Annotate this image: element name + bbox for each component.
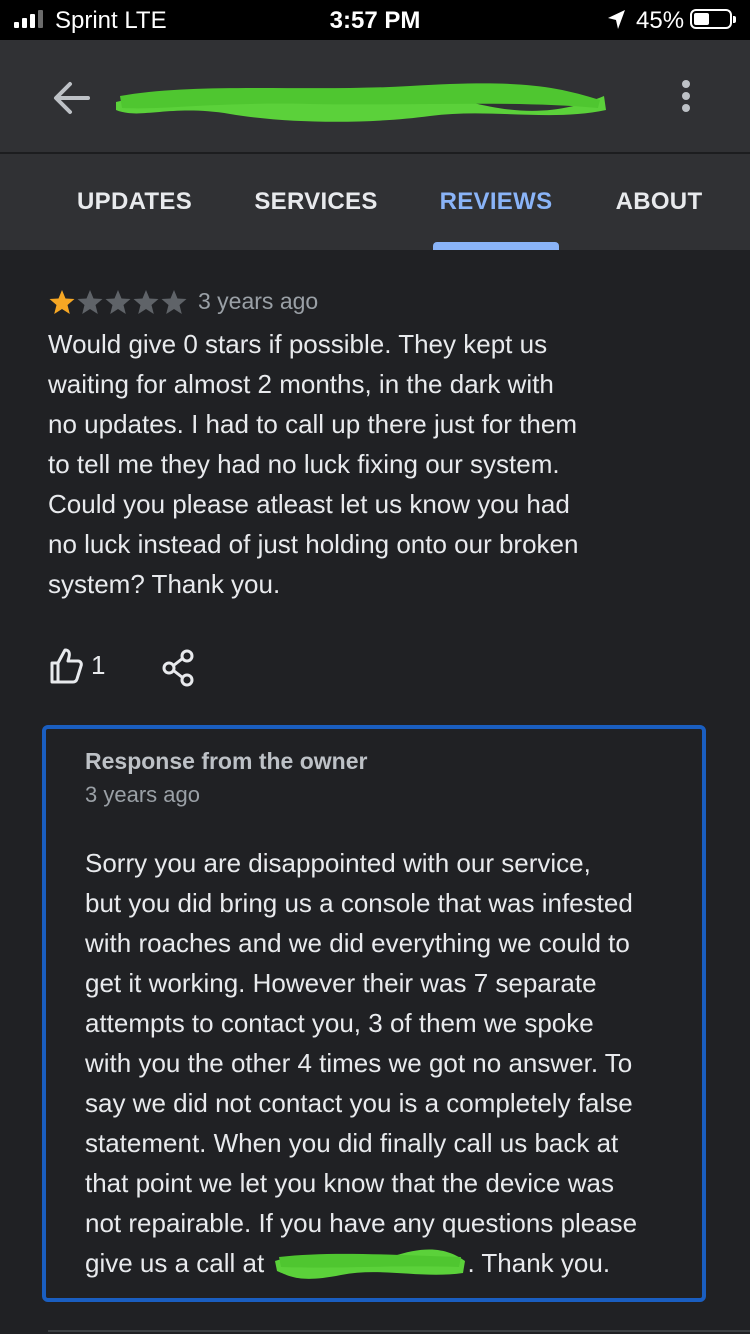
tab-reviews[interactable]: REVIEWS: [426, 154, 566, 250]
response-text-line: give us a call at . Thank you.: [85, 1243, 705, 1283]
star-empty-icon: [133, 290, 159, 314]
app-bar: [0, 40, 750, 152]
more-vert-icon[interactable]: [666, 76, 706, 120]
review-text-line: Would give 0 stars if possible. They kep…: [48, 329, 548, 359]
tab-services[interactable]: SERVICES: [240, 154, 392, 250]
status-bar: Sprint LTE 3:57 PM 45%: [0, 0, 750, 40]
response-text-line: but you did bring us a console that was …: [85, 888, 633, 918]
review-text-line: Could you please atleast let us know you…: [48, 489, 570, 519]
review-text-line: no updates. I had to call up there just …: [48, 409, 577, 439]
response-text-prefix: give us a call at: [85, 1248, 272, 1278]
owner-response-time: 3 years ago: [85, 782, 200, 807]
review-text-line: no luck instead of just holding onto our…: [48, 529, 579, 559]
redacted-phone-number: [275, 1249, 466, 1279]
back-arrow-icon[interactable]: [48, 74, 96, 122]
review-text: Would give 0 stars if possible. They kep…: [48, 324, 688, 604]
response-text-line: that point we let you know that the devi…: [85, 1168, 614, 1198]
star-filled-icon: [49, 290, 75, 314]
review-text-line: system? Thank you.: [48, 569, 281, 599]
response-text-line: say we did not contact you is a complete…: [85, 1088, 633, 1118]
divider: [48, 1330, 750, 1332]
star-empty-icon: [77, 290, 103, 314]
location-arrow-icon: [608, 10, 625, 29]
battery-icon: [690, 9, 736, 29]
star-rating: [48, 288, 188, 316]
redaction-scribble: [116, 83, 606, 122]
star-empty-icon: [105, 290, 131, 314]
response-text-line: with roaches and we did everything we co…: [85, 928, 630, 958]
review-time: 3 years ago: [198, 288, 319, 314]
owner-response-text: Sorry you are disappointed with our serv…: [85, 843, 705, 1283]
active-tab-indicator: [433, 242, 559, 250]
response-text-line: attempts to contact you, 3 of them we sp…: [85, 1008, 594, 1038]
response-text-line: not repairable. If you have any question…: [85, 1208, 638, 1238]
owner-response-heading: Response from the owner: [85, 748, 368, 774]
tab-about[interactable]: ABOUT: [600, 154, 718, 250]
response-text-suffix: . Thank you.: [467, 1248, 611, 1278]
tab-bar: UPDATES SERVICES REVIEWS ABOUT: [0, 154, 750, 250]
tab-updates[interactable]: UPDATES: [62, 154, 207, 250]
response-text-line: statement. When you did finally call us …: [85, 1128, 619, 1158]
like-count: 1: [91, 650, 106, 680]
review-text-line: waiting for almost 2 months, in the dark…: [48, 369, 554, 399]
share-icon[interactable]: [160, 648, 196, 688]
response-text-line: Sorry you are disappointed with our serv…: [85, 848, 591, 878]
battery-percentage: 45%: [636, 7, 685, 34]
response-text-line: get it working. However their was 7 sepa…: [85, 968, 597, 998]
thumbs-up-icon[interactable]: [48, 646, 84, 686]
review-text-line: to tell me they had no luck fixing our s…: [48, 449, 560, 479]
star-empty-icon: [161, 290, 187, 314]
response-text-line: with you the other 4 times we got no ans…: [85, 1048, 633, 1078]
